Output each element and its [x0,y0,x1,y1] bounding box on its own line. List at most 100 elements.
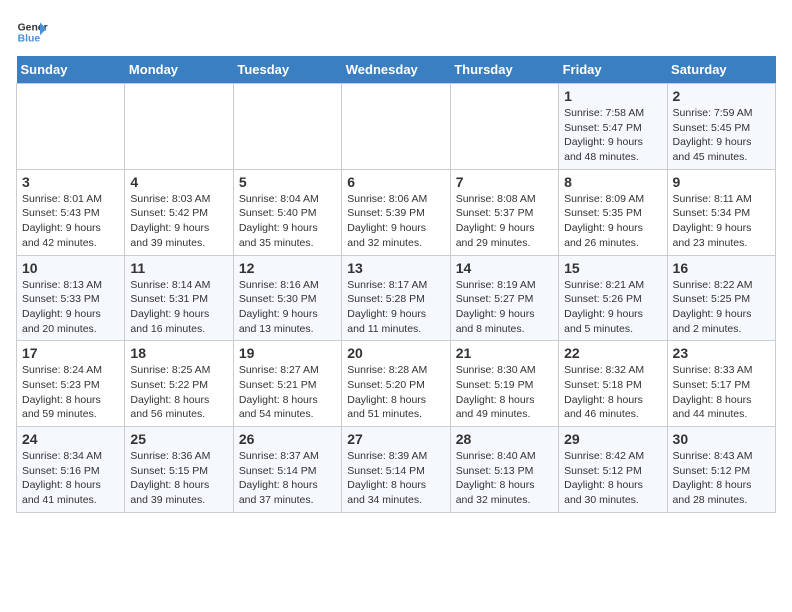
calendar-cell: 15 Sunrise: 8:21 AMSunset: 5:26 PMDayligh… [559,255,667,341]
calendar-cell: 20Sunrise: 8:28 AMSunset: 5:20 PMDayligh… [342,341,450,427]
day-number: 10 [22,260,119,276]
day-info: Sunrise: 8:37 AMSunset: 5:14 PMDaylight:… [239,449,336,508]
day-info: Sunrise: 8:21 AMSunset: 5:26 PMDaylight:… [564,278,661,337]
calendar-cell [450,84,558,170]
weekday-header-friday: Friday [559,56,667,84]
calendar-cell: 17 Sunrise: 8:24 AMSunset: 5:23 PMDayligh… [17,341,125,427]
day-info: Sunrise: 8:11 AMSunset: 5:34 PMDaylight:… [673,192,770,251]
day-number: 3 [22,174,119,190]
calendar-cell: 22 Sunrise: 8:32 AMSunset: 5:18 PMDayligh… [559,341,667,427]
calendar-cell: 21 Sunrise: 8:30 AMSunset: 5:19 PMDayligh… [450,341,558,427]
page-header: General Blue [16,16,776,48]
calendar-cell: 29 Sunrise: 8:42 AMSunset: 5:12 PMDayligh… [559,427,667,513]
calendar-cell: 25Sunrise: 8:36 AMSunset: 5:15 PMDayligh… [125,427,233,513]
calendar-week-5: 24 Sunrise: 8:34 AMSunset: 5:16 PMDayligh… [17,427,776,513]
calendar-cell [17,84,125,170]
calendar-cell: 23 Sunrise: 8:33 AMSunset: 5:17 PMDayligh… [667,341,775,427]
day-info: Sunrise: 8:36 AMSunset: 5:15 PMDaylight:… [130,449,227,508]
day-info: Sunrise: 8:16 AMSunset: 5:30 PMDaylight:… [239,278,336,337]
calendar-cell [342,84,450,170]
calendar-cell: 4 Sunrise: 8:03 AMSunset: 5:42 PMDaylight… [125,169,233,255]
day-info: Sunrise: 8:30 AMSunset: 5:19 PMDaylight:… [456,363,553,422]
day-info: Sunrise: 8:04 AMSunset: 5:40 PMDaylight:… [239,192,336,251]
calendar-cell: 24 Sunrise: 8:34 AMSunset: 5:16 PMDayligh… [17,427,125,513]
day-number: 18 [130,345,227,361]
calendar-cell: 28 Sunrise: 8:40 AMSunset: 5:13 PMDayligh… [450,427,558,513]
weekday-header-wednesday: Wednesday [342,56,450,84]
day-number: 21 [456,345,553,361]
weekday-header-thursday: Thursday [450,56,558,84]
weekday-header-sunday: Sunday [17,56,125,84]
day-info: Sunrise: 8:33 AMSunset: 5:17 PMDaylight:… [673,363,770,422]
day-info: Sunrise: 7:58 AMSunset: 5:47 PMDaylight:… [564,106,661,165]
calendar-cell: 10 Sunrise: 8:13 AMSunset: 5:33 PMDayligh… [17,255,125,341]
day-number: 26 [239,431,336,447]
calendar-cell: 18 Sunrise: 8:25 AMSunset: 5:22 PMDayligh… [125,341,233,427]
calendar-week-1: 1 Sunrise: 7:58 AMSunset: 5:47 PMDaylight… [17,84,776,170]
day-info: Sunrise: 8:17 AMSunset: 5:28 PMDaylight:… [347,278,444,337]
day-number: 20 [347,345,444,361]
calendar-cell: 9 Sunrise: 8:11 AMSunset: 5:34 PMDaylight… [667,169,775,255]
day-info: Sunrise: 8:01 AMSunset: 5:43 PMDaylight:… [22,192,119,251]
day-info: Sunrise: 8:13 AMSunset: 5:33 PMDaylight:… [22,278,119,337]
weekday-header-tuesday: Tuesday [233,56,341,84]
day-number: 5 [239,174,336,190]
calendar-week-4: 17 Sunrise: 8:24 AMSunset: 5:23 PMDayligh… [17,341,776,427]
calendar-cell: 13 Sunrise: 8:17 AMSunset: 5:28 PMDayligh… [342,255,450,341]
day-info: Sunrise: 8:32 AMSunset: 5:18 PMDaylight:… [564,363,661,422]
day-number: 8 [564,174,661,190]
calendar-week-3: 10 Sunrise: 8:13 AMSunset: 5:33 PMDayligh… [17,255,776,341]
calendar-cell: 14Sunrise: 8:19 AMSunset: 5:27 PMDayligh… [450,255,558,341]
day-number: 2 [673,88,770,104]
calendar-cell: 16 Sunrise: 8:22 AMSunset: 5:25 PMDayligh… [667,255,775,341]
calendar-cell: 12 Sunrise: 8:16 AMSunset: 5:30 PMDayligh… [233,255,341,341]
day-info: Sunrise: 8:34 AMSunset: 5:16 PMDaylight:… [22,449,119,508]
day-info: Sunrise: 8:08 AMSunset: 5:37 PMDaylight:… [456,192,553,251]
calendar-cell: 27Sunrise: 8:39 AMSunset: 5:14 PMDayligh… [342,427,450,513]
calendar-cell: 8Sunrise: 8:09 AMSunset: 5:35 PMDaylight… [559,169,667,255]
day-number: 24 [22,431,119,447]
day-info: Sunrise: 8:24 AMSunset: 5:23 PMDaylight:… [22,363,119,422]
day-number: 30 [673,431,770,447]
day-number: 22 [564,345,661,361]
day-number: 9 [673,174,770,190]
day-number: 15 [564,260,661,276]
calendar-table: SundayMondayTuesdayWednesdayThursdayFrid… [16,56,776,513]
day-info: Sunrise: 8:14 AMSunset: 5:31 PMDaylight:… [130,278,227,337]
day-info: Sunrise: 8:03 AMSunset: 5:42 PMDaylight:… [130,192,227,251]
day-number: 23 [673,345,770,361]
calendar-cell [125,84,233,170]
day-number: 6 [347,174,444,190]
day-info: Sunrise: 8:22 AMSunset: 5:25 PMDaylight:… [673,278,770,337]
day-number: 16 [673,260,770,276]
day-info: Sunrise: 8:43 AMSunset: 5:12 PMDaylight:… [673,449,770,508]
calendar-cell: 3 Sunrise: 8:01 AMSunset: 5:43 PMDaylight… [17,169,125,255]
day-info: Sunrise: 8:25 AMSunset: 5:22 PMDaylight:… [130,363,227,422]
day-number: 11 [130,260,227,276]
day-info: Sunrise: 8:40 AMSunset: 5:13 PMDaylight:… [456,449,553,508]
weekday-header-saturday: Saturday [667,56,775,84]
day-info: Sunrise: 8:42 AMSunset: 5:12 PMDaylight:… [564,449,661,508]
weekday-header-monday: Monday [125,56,233,84]
day-info: Sunrise: 8:06 AMSunset: 5:39 PMDaylight:… [347,192,444,251]
day-number: 7 [456,174,553,190]
calendar-cell: 19Sunrise: 8:27 AMSunset: 5:21 PMDayligh… [233,341,341,427]
logo-icon: General Blue [16,16,48,48]
day-info: Sunrise: 7:59 AMSunset: 5:45 PMDaylight:… [673,106,770,165]
logo: General Blue [16,16,52,48]
day-info: Sunrise: 8:27 AMSunset: 5:21 PMDaylight:… [239,363,336,422]
calendar-cell: 6 Sunrise: 8:06 AMSunset: 5:39 PMDaylight… [342,169,450,255]
day-number: 29 [564,431,661,447]
day-number: 14 [456,260,553,276]
day-number: 17 [22,345,119,361]
day-number: 12 [239,260,336,276]
calendar-header: SundayMondayTuesdayWednesdayThursdayFrid… [17,56,776,84]
day-number: 13 [347,260,444,276]
day-number: 1 [564,88,661,104]
day-number: 28 [456,431,553,447]
calendar-week-2: 3 Sunrise: 8:01 AMSunset: 5:43 PMDaylight… [17,169,776,255]
calendar-cell: 7 Sunrise: 8:08 AMSunset: 5:37 PMDaylight… [450,169,558,255]
calendar-cell: 11 Sunrise: 8:14 AMSunset: 5:31 PMDayligh… [125,255,233,341]
svg-text:Blue: Blue [18,34,41,45]
day-number: 4 [130,174,227,190]
